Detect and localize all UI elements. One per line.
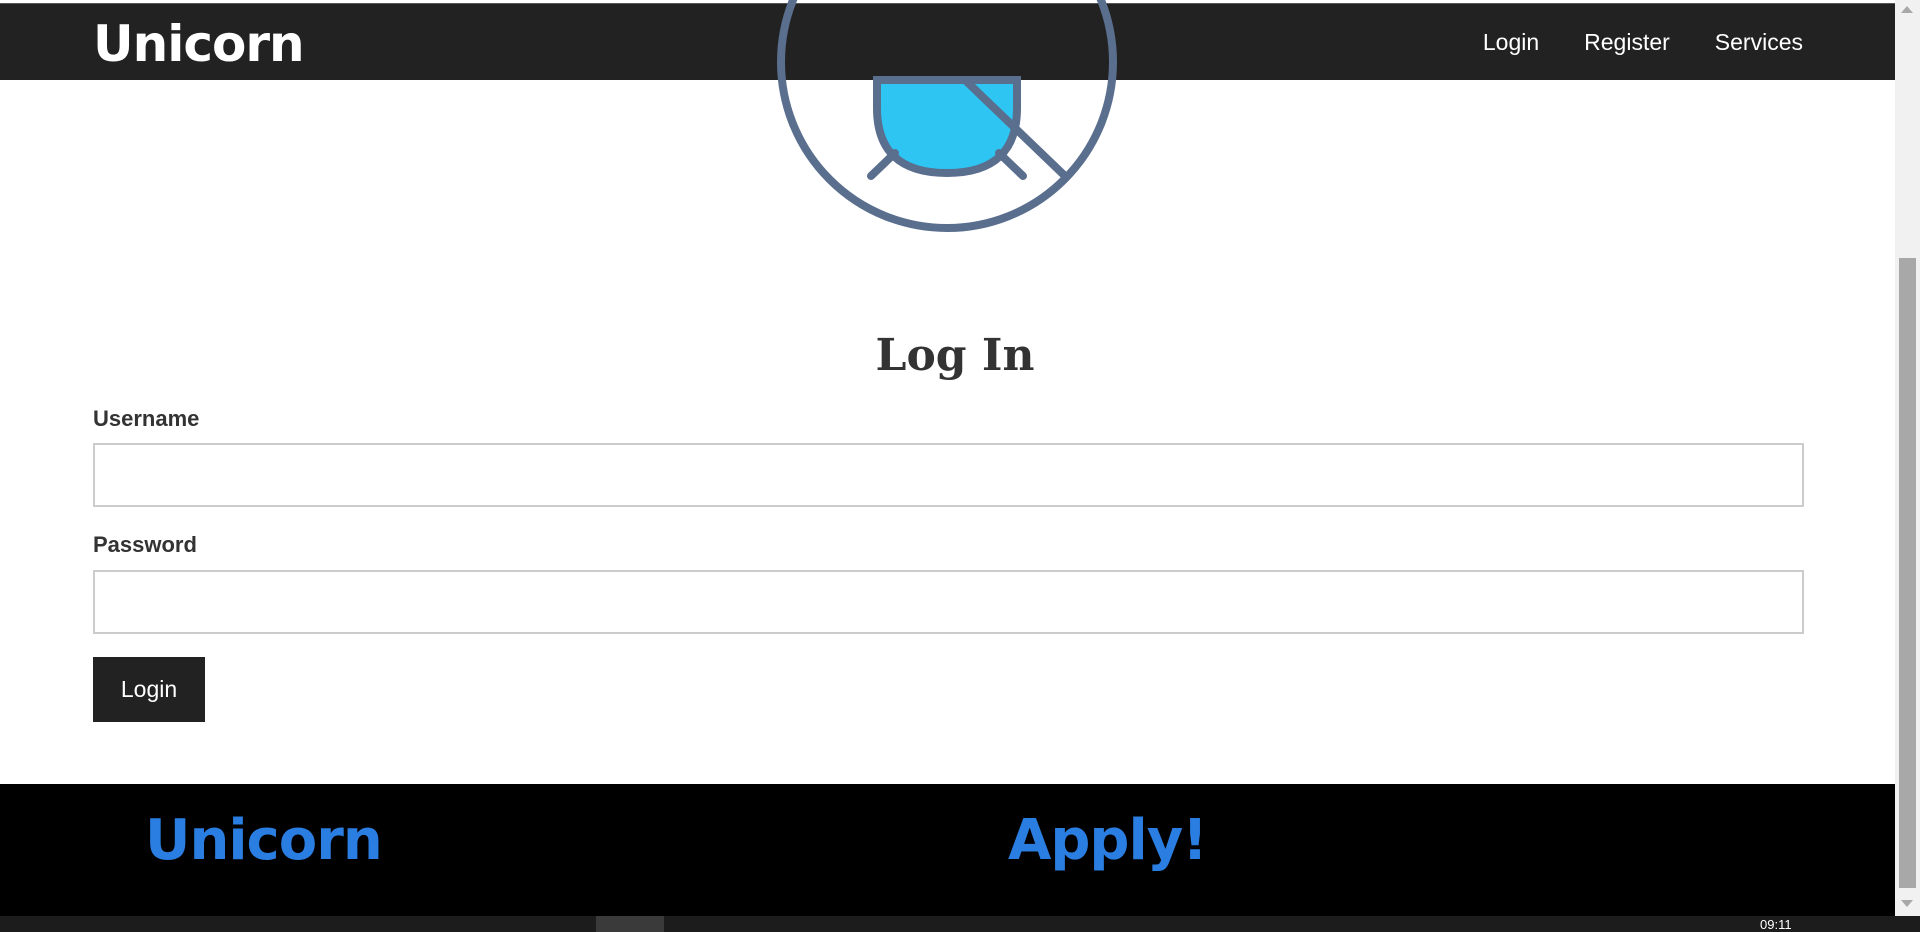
login-button[interactable]: Login bbox=[93, 657, 205, 722]
footer-apply-heading[interactable]: Apply! bbox=[1008, 808, 1208, 873]
password-input[interactable] bbox=[93, 570, 1804, 634]
nav-links: Login Register Services bbox=[1483, 4, 1803, 81]
footer: Unicorn Apply! bbox=[0, 784, 1895, 916]
taskbar: 09:11 bbox=[0, 916, 1920, 932]
nav-link-register[interactable]: Register bbox=[1584, 29, 1670, 56]
page-title: Log In bbox=[875, 330, 1035, 381]
scroll-down-arrow-icon[interactable] bbox=[1901, 900, 1913, 907]
page: Unicorn Login Register Services Log In U… bbox=[0, 0, 1895, 932]
username-input[interactable] bbox=[93, 443, 1804, 507]
taskbar-clock: 09:11 bbox=[1760, 917, 1792, 932]
footer-brand[interactable]: Unicorn bbox=[145, 808, 383, 873]
scroll-thumb[interactable] bbox=[1899, 258, 1916, 888]
vertical-scrollbar[interactable] bbox=[1895, 0, 1920, 916]
password-label: Password bbox=[93, 532, 197, 557]
username-label: Username bbox=[93, 406, 200, 431]
brand-logo[interactable]: Unicorn bbox=[93, 12, 305, 76]
taskbar-active-app[interactable] bbox=[596, 916, 664, 932]
nav-link-login[interactable]: Login bbox=[1483, 29, 1539, 56]
scroll-up-arrow-icon[interactable] bbox=[1901, 6, 1913, 13]
no-bug-icon bbox=[777, 0, 1117, 232]
nav-link-services[interactable]: Services bbox=[1715, 29, 1803, 56]
